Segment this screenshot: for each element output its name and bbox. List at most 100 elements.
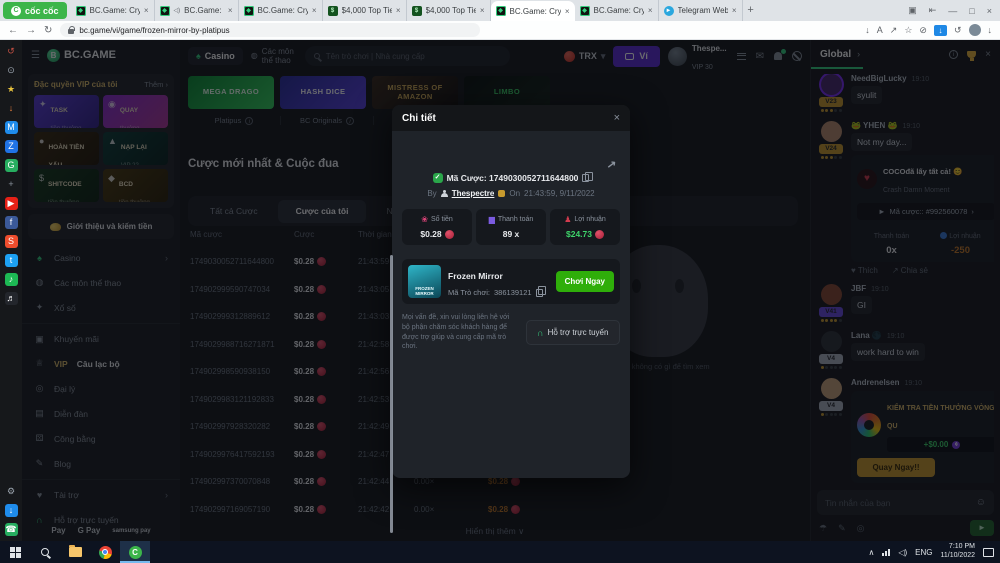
browser-tab[interactable]: ◆ ◁) BC.Game: Crypto × bbox=[155, 0, 239, 21]
modal-close-icon[interactable]: × bbox=[614, 112, 620, 124]
trophy-icon[interactable] bbox=[967, 51, 976, 58]
rules-icon[interactable]: ✎ bbox=[838, 523, 846, 534]
zalo-icon[interactable]: Z bbox=[5, 140, 18, 153]
shopee-icon[interactable]: S bbox=[5, 235, 18, 248]
chrome-icon[interactable] bbox=[90, 541, 120, 563]
coin-drop-icon[interactable]: ◎ bbox=[857, 523, 865, 534]
browser-tab[interactable]: ◆ ◁) BC.Game: Crypto Ca × bbox=[491, 1, 575, 21]
vip-card[interactable]: ● HOÀN TIỀN XẤU bbox=[34, 132, 99, 165]
chat-input[interactable]: Tin nhắn của bạn ☺ bbox=[817, 490, 994, 515]
url-field[interactable]: bc.game/vi/game/frozen-mirror-by-platipu… bbox=[60, 23, 480, 37]
profile-icon[interactable] bbox=[969, 24, 981, 36]
tab-close-icon[interactable]: × bbox=[312, 6, 317, 15]
game-banner[interactable]: HASH DICE bbox=[280, 76, 366, 109]
translate-icon[interactable]: A bbox=[877, 25, 883, 35]
avatar[interactable] bbox=[821, 284, 842, 305]
tab-close-icon[interactable]: × bbox=[732, 6, 737, 15]
sidebar-nav-item[interactable]: ▤ Diễn đàn bbox=[22, 401, 180, 426]
new-tab-button[interactable]: + bbox=[743, 0, 759, 21]
history-icon[interactable]: ⊙ bbox=[5, 64, 18, 77]
chat-username[interactable]: NeedBigLucky bbox=[851, 74, 907, 83]
messenger-icon[interactable]: M bbox=[5, 121, 18, 134]
vip-card[interactable]: ◉ QUAYthưởng bbox=[103, 95, 168, 128]
tab-close-icon[interactable]: × bbox=[228, 6, 233, 15]
sync-icon[interactable]: ↺ bbox=[954, 25, 962, 36]
coccoc-app-icon[interactable]: C bbox=[120, 541, 150, 563]
mobile-icon[interactable]: ☎ bbox=[5, 523, 18, 536]
add-shortcut-icon[interactable]: + bbox=[5, 178, 18, 191]
chat-toggle-icon[interactable] bbox=[792, 51, 802, 61]
browser-tab[interactable]: $ ◁) $4,000 Top Tier Plat × bbox=[323, 0, 407, 21]
tiktok-icon[interactable]: ♬ bbox=[5, 292, 18, 305]
twitter-icon[interactable]: t bbox=[5, 254, 18, 267]
notification-center-icon[interactable] bbox=[983, 548, 994, 557]
back-icon[interactable]: ← bbox=[8, 25, 18, 36]
reload-icon[interactable]: ↻ bbox=[44, 25, 52, 36]
tab-close-icon[interactable]: × bbox=[396, 6, 401, 15]
coccoc-brand[interactable]: Ccốc cốc bbox=[3, 2, 67, 19]
chat-close-icon[interactable]: × bbox=[985, 49, 991, 60]
notifications-icon[interactable] bbox=[774, 52, 782, 60]
tab-close-icon[interactable]: × bbox=[480, 6, 485, 15]
tab-preview-icon[interactable]: ▣ bbox=[908, 5, 917, 16]
tab-sports[interactable]: ◍Các môn thể thao bbox=[251, 47, 297, 65]
wallet-button[interactable]: Ví bbox=[613, 46, 660, 67]
language-indicator[interactable]: ENG bbox=[915, 548, 932, 557]
browser-tab[interactable]: ◆ ◁) BC.Game: Crypto Ca × bbox=[575, 0, 659, 21]
game-search-input[interactable]: Tên trò chơi | Nhà cung cấp bbox=[305, 46, 510, 66]
tab-close-icon[interactable]: × bbox=[648, 6, 653, 15]
spin-now-button[interactable]: Quay Ngay!! bbox=[857, 458, 935, 477]
downloads-icon[interactable]: ↓ bbox=[988, 25, 993, 35]
copy-icon[interactable] bbox=[582, 174, 589, 182]
sidebar-nav-item[interactable]: ✦ Xổ số bbox=[22, 295, 180, 320]
taskbar-search[interactable] bbox=[30, 541, 60, 563]
browser-tab[interactable]: $ ◁) $4,000 Top Tier Plat × bbox=[407, 0, 491, 21]
mail-icon[interactable]: ✉ bbox=[756, 51, 764, 62]
vip-card[interactable]: ◆ BCDtiền thưởng bbox=[103, 169, 168, 202]
sidebar-toggle-icon[interactable]: ⇤ bbox=[929, 5, 937, 16]
spotify-icon[interactable]: ♪ bbox=[5, 273, 18, 286]
share-icon[interactable]: ↗ bbox=[890, 25, 898, 36]
sidebar-nav-item[interactable]: ♠ Casino › bbox=[22, 245, 180, 270]
forward-icon[interactable]: → bbox=[26, 25, 36, 36]
transactions-icon[interactable] bbox=[737, 53, 746, 60]
vip-card[interactable]: $ SHITCODEtiền thưởng bbox=[34, 169, 99, 202]
vip-more-link[interactable]: Thêm › bbox=[144, 80, 168, 89]
clock[interactable]: 7:10 PM11/10/2022 bbox=[940, 543, 975, 561]
network-icon[interactable] bbox=[882, 549, 890, 556]
game-thumbnail[interactable]: FROZEN MIRROR bbox=[408, 265, 441, 298]
facebook-icon[interactable]: f bbox=[5, 216, 18, 229]
chat-username[interactable]: 🐸 YHEN 🐸 bbox=[851, 121, 897, 130]
minimize-button[interactable]: — bbox=[948, 6, 957, 16]
lucky-spin-card[interactable]: KIỂM TRA TIỀN THƯỞNG VÒNG QU +$0.00¢ Qua… bbox=[851, 391, 994, 483]
volume-icon[interactable]: ◁) bbox=[898, 548, 907, 557]
show-more-link[interactable]: Hiển thị thêm ∨ bbox=[180, 526, 810, 537]
chat-room-label[interactable]: Global bbox=[820, 49, 851, 60]
bookmark-star-icon[interactable]: ☆ bbox=[904, 25, 912, 36]
bet-id-pill[interactable]: ►Mã cược:: #992560078› bbox=[857, 203, 994, 220]
rain-icon[interactable]: ☂ bbox=[819, 523, 827, 534]
bets-tab[interactable]: Tất cả Cược bbox=[192, 200, 276, 223]
sidebar-nav-item[interactable]: ⚄ Công bằng bbox=[22, 426, 180, 451]
live-support-button[interactable]: ∩Hỗ trợ trực tuyến bbox=[526, 320, 620, 345]
browser-tab[interactable]: ◆ ◁) BC.Game: Crypto Ca × bbox=[239, 0, 323, 21]
sidebar-nav-item[interactable]: ▣ Khuyến mãi bbox=[22, 323, 180, 351]
close-window-button[interactable]: × bbox=[987, 6, 992, 16]
tab-audio-icon[interactable]: ◁) bbox=[174, 7, 181, 14]
copy-icon[interactable] bbox=[536, 289, 543, 297]
maximize-button[interactable]: □ bbox=[969, 6, 974, 16]
vip-card[interactable]: ✦ TASKtiền thưởng bbox=[34, 95, 99, 128]
adblock-icon[interactable]: ⊘ bbox=[919, 25, 927, 36]
user-block[interactable]: Thespe...VIP 30 bbox=[668, 38, 727, 74]
menu-icon[interactable]: ☰ bbox=[31, 50, 40, 61]
sidebar-nav-item[interactable]: ♥ Tài trợ › bbox=[22, 479, 180, 507]
avatar[interactable] bbox=[821, 74, 842, 95]
vip-card[interactable]: ▲ NẠP LẠIVIP 22 bbox=[103, 132, 168, 165]
game-center-icon[interactable]: G bbox=[5, 159, 18, 172]
youtube-icon[interactable]: ▶ bbox=[5, 197, 18, 210]
file-explorer-icon[interactable] bbox=[60, 541, 90, 563]
downloads-manager-icon[interactable]: ↓ bbox=[5, 504, 18, 517]
chat-username[interactable]: Lana 🌑 bbox=[851, 331, 882, 340]
provider-label[interactable]: BC Originalsi bbox=[281, 116, 374, 125]
chat-username[interactable]: JBF bbox=[851, 284, 866, 293]
